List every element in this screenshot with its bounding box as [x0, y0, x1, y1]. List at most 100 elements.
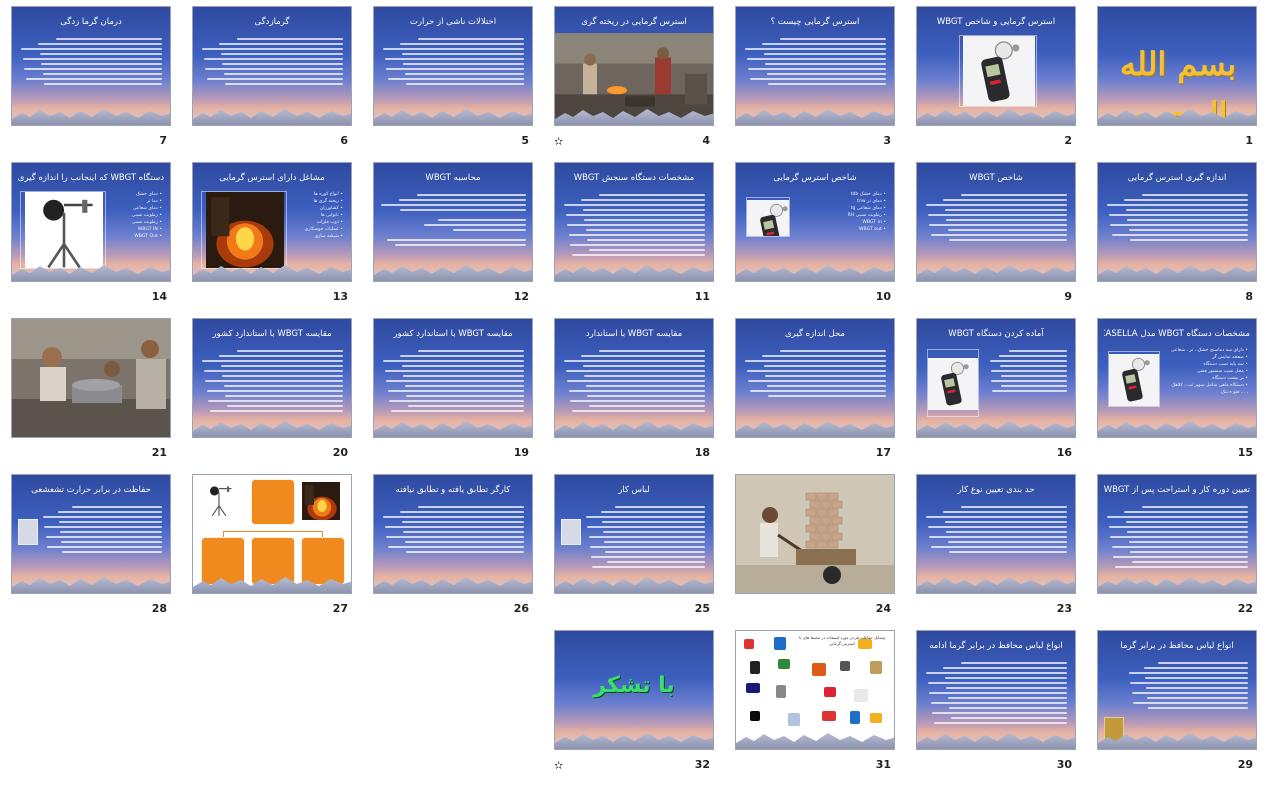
slide-thumbnail-20[interactable]: مقایسه WBGT با استاندارد کشور 20: [192, 318, 352, 463]
mountain-decoration: [555, 109, 713, 125]
text-line: [44, 83, 162, 85]
text-line: [1113, 556, 1248, 558]
slide-thumbnail-4[interactable]: استرس گرمایی در ریخته گری 4 ✫: [554, 6, 714, 151]
slide-preview[interactable]: انواع لباس محافظ در برابر گرما ادامه: [916, 630, 1076, 750]
slide-preview[interactable]: گرمازدگی: [192, 6, 352, 126]
text-line: [1141, 506, 1248, 508]
slide-thumbnail-24[interactable]: 24: [735, 474, 895, 619]
slide-thumbnail-6[interactable]: گرمازدگی 6: [192, 6, 352, 151]
slide-preview[interactable]: لباس کار: [554, 474, 714, 594]
slide-thumbnail-7[interactable]: درمان گرما زدگی 7: [11, 6, 171, 151]
slide-thumbnail-12[interactable]: محاسبه WBGT 12: [373, 162, 533, 307]
slide-thumbnail-22[interactable]: تعیین دوره کار و استراحت پس از WBGT 22: [1097, 474, 1257, 619]
text-line: [991, 380, 1067, 382]
slide-thumbnail-1[interactable]: بسم الله الرحمن الرحیم 1: [1097, 6, 1257, 151]
slide-thumbnail-27[interactable]: 27: [192, 474, 352, 619]
slide-title: مشخصات دستگاه WBGT مدل CASELLA: [1104, 329, 1250, 339]
clothing-photo: [18, 519, 38, 545]
slide-thumbnail-9[interactable]: شاخص WBGT 9: [916, 162, 1076, 307]
slide-preview[interactable]: شاخص WBGT: [916, 162, 1076, 282]
slide-preview[interactable]: تعیین دوره کار و استراحت پس از WBGT: [1097, 474, 1257, 594]
transition-star-icon[interactable]: ✫: [554, 135, 563, 148]
slide-preview[interactable]: استرس گرمایی در ریخته گری: [554, 6, 714, 126]
slide-preview[interactable]: اختلالات ناشی از حرارت: [373, 6, 533, 126]
slide-preview[interactable]: دستگاه WBGT که اینجانب را اندازه گیری می…: [11, 162, 171, 282]
slide-thumbnail-29[interactable]: انواع لباس محافظ در برابر گرما 29: [1097, 630, 1257, 775]
slide-thumbnail-26[interactable]: کارگر تطابق یافته و تطابق نیافته 26: [373, 474, 533, 619]
slide-thumbnail-28[interactable]: حفاظت در برابر حرارت تشعشعی 28: [11, 474, 171, 619]
slide-preview[interactable]: وسایل حفاظت فردی مورد استفاده در محیط ها…: [735, 630, 895, 750]
slide-thumbnail-17[interactable]: محل اندازه گیری 17: [735, 318, 895, 463]
slide-preview[interactable]: [735, 474, 895, 594]
text-line: [766, 73, 886, 75]
slide-thumbnail-16[interactable]: آماده کردن دستگاه WBGT 16: [916, 318, 1076, 463]
slide-thumbnail-30[interactable]: انواع لباس محافظ در برابر گرما ادامه 30: [916, 630, 1076, 775]
slide-preview[interactable]: [11, 318, 171, 438]
slide-thumbnail-31[interactable]: وسایل حفاظت فردی مورد استفاده در محیط ها…: [735, 630, 895, 775]
slide-thumbnail-15[interactable]: مشخصات دستگاه WBGT مدل CASELLA • دارای سه…: [1097, 318, 1257, 463]
mountain-decoration: [374, 577, 532, 593]
text-line: [604, 541, 705, 543]
slide-preview[interactable]: شاخص استرس گرمایی • دمای خشک tdb • دمای تر…: [735, 162, 895, 282]
transition-star-icon[interactable]: ✫: [554, 759, 563, 772]
slide-preview[interactable]: مشاغل دارای استرس گرمایی • انواع کوره ها •…: [192, 162, 352, 282]
text-line: [21, 48, 162, 50]
mountain-decoration: [12, 577, 170, 593]
slide-thumbnail-11[interactable]: مشخصات دستگاه سنجش WBGT 11: [554, 162, 714, 307]
text-line: [1132, 702, 1248, 704]
text-line: [606, 561, 705, 563]
slide-title: کارگر تطابق یافته و تطابق نیافته: [395, 485, 511, 495]
slide-preview[interactable]: مشخصات دستگاه WBGT مدل CASELLA • دارای سه…: [1097, 318, 1257, 438]
slide-preview[interactable]: درمان گرما زدگی: [11, 6, 171, 126]
slide-thumbnail-18[interactable]: مقایسه WBGT با استاندارد 18: [554, 318, 714, 463]
slide-thumbnail-25[interactable]: لباس کار 25: [554, 474, 714, 619]
slide-thumbnail-14[interactable]: دستگاه WBGT که اینجانب را اندازه گیری می…: [11, 162, 171, 307]
text-line: [598, 350, 705, 352]
text-line: [394, 244, 526, 246]
slide-thumbnail-21[interactable]: 21: [11, 318, 171, 463]
slide-preview[interactable]: کارگر تطابق یافته و تطابق نیافته: [373, 474, 533, 594]
slide-thumbnail-8[interactable]: اندازه گیری استرس گرمایی 8: [1097, 162, 1257, 307]
slide-preview[interactable]: آماده کردن دستگاه WBGT: [916, 318, 1076, 438]
slide-preview[interactable]: استرس گرمایی و شاخص WBGT: [916, 6, 1076, 126]
slide-preview[interactable]: حد بندی تعیین نوع کار: [916, 474, 1076, 594]
slide-preview[interactable]: استرس گرمایی چیست ؟: [735, 6, 895, 126]
text-line: [927, 682, 1067, 684]
mountain-decoration: [374, 421, 532, 437]
slide-thumbnail-5[interactable]: اختلالات ناشی از حرارت 5: [373, 6, 533, 151]
slide-preview[interactable]: مقایسه WBGT با استاندارد: [554, 318, 714, 438]
slide-thumbnail-32[interactable]: با تشکر 32 ✫: [554, 630, 714, 775]
slide-preview[interactable]: حفاظت در برابر حرارت تشعشعی: [11, 474, 171, 594]
slide-thumbnail-2[interactable]: استرس گرمایی و شاخص WBGT 2: [916, 6, 1076, 151]
slide-thumbnail-13[interactable]: مشاغل دارای استرس گرمایی • انواع کوره ها •…: [192, 162, 352, 307]
slide-preview[interactable]: مقایسه WBGT با استاندارد کشور: [373, 318, 533, 438]
slide-preview[interactable]: مشخصات دستگاه سنجش WBGT: [554, 162, 714, 282]
slide-preview[interactable]: با تشکر: [554, 630, 714, 750]
slide-preview[interactable]: [192, 474, 352, 594]
text-line: [222, 63, 343, 65]
slide-preview[interactable]: مقایسه WBGT با استاندارد کشور: [192, 318, 352, 438]
slide-number: 24: [875, 602, 891, 615]
slide-thumbnail-23[interactable]: حد بندی تعیین نوع کار 23: [916, 474, 1076, 619]
slide-preview[interactable]: محل اندازه گیری: [735, 318, 895, 438]
slide-thumbnail-10[interactable]: شاخص استرس گرمایی • دمای خشک tdb • دمای تر…: [735, 162, 895, 307]
slide-preview[interactable]: بسم الله الرحمن الرحیم: [1097, 6, 1257, 126]
slide-thumbnail-19[interactable]: مقایسه WBGT با استاندارد کشور 19: [373, 318, 533, 463]
slide-number: 1: [1245, 134, 1253, 147]
slide-preview[interactable]: اندازه گیری استرس گرمایی: [1097, 162, 1257, 282]
mountain-decoration: [374, 265, 532, 281]
text-line: [765, 375, 886, 377]
slide-preview[interactable]: محاسبه WBGT: [373, 162, 533, 282]
text-line: [39, 53, 162, 55]
slide-title: حد بندی تعیین نوع کار: [957, 485, 1035, 495]
bullet-item: • ذوب فلزات: [316, 220, 343, 225]
slide-number: 21: [151, 446, 167, 459]
slide-thumbnail-3[interactable]: استرس گرمایی چیست ؟ 3: [735, 6, 895, 151]
slide-title: استرس گرمایی چیست ؟: [770, 17, 860, 27]
mountain-decoration: [917, 733, 1075, 749]
ppe-icon: [778, 659, 790, 669]
wbgt-device-image: [201, 479, 235, 519]
slide-preview[interactable]: انواع لباس محافظ در برابر گرما: [1097, 630, 1257, 750]
text-line: [24, 68, 162, 70]
text-line: [763, 53, 886, 55]
